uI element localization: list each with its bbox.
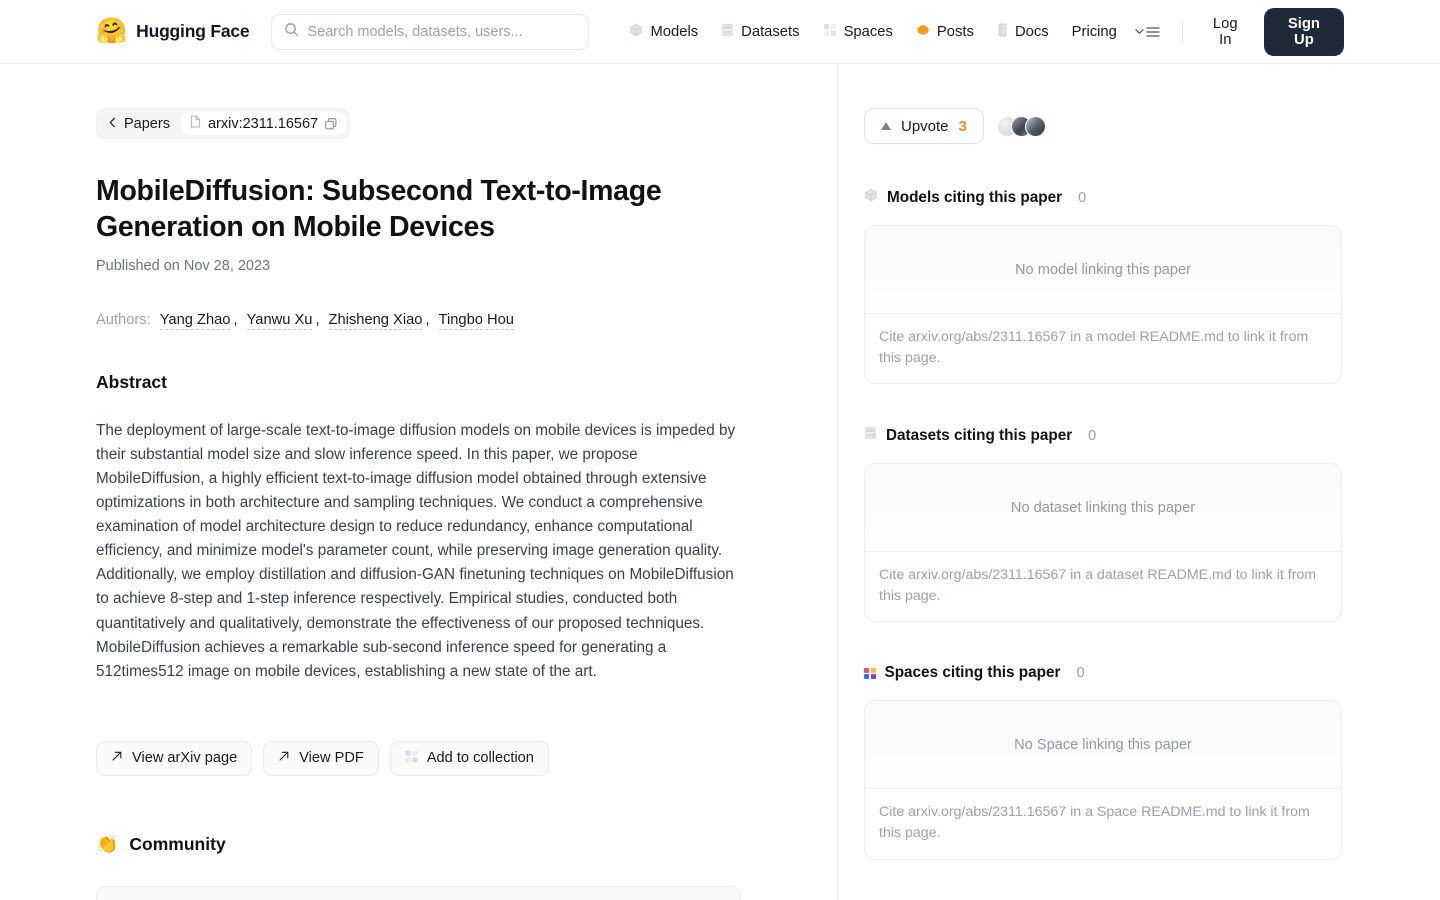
spaces-grid-icon (864, 667, 876, 680)
models-citing-card: No model linking this paper Cite arxiv.o… (864, 225, 1342, 385)
breadcrumb-arxiv-id: arxiv:2311.16567 (207, 115, 319, 132)
abstract-text: The deployment of large-scale text-to-im… (96, 422, 736, 680)
main-nav: Models Datasets Spaces Posts Docs Pricin… (619, 17, 1126, 47)
spaces-citing-section: Spaces citing this paper 0 No Space link… (864, 664, 1342, 860)
section-count: 0 (1088, 427, 1097, 444)
nav-item-spaces[interactable]: Spaces (813, 17, 903, 47)
nav-item-models[interactable]: Models (619, 17, 708, 47)
breadcrumb-arxiv-pill[interactable]: arxiv:2311.16567 (180, 112, 347, 135)
paper-main-column: Papers arxiv:2311.16567 MobileDiffusion:… (0, 64, 838, 900)
models-citing-heading: Models citing this paper 0 (864, 188, 1342, 207)
document-icon (190, 115, 201, 132)
empty-state-text: No Space linking this paper (865, 701, 1341, 790)
upvote-button[interactable]: Upvote 3 (864, 108, 984, 144)
external-link-icon (111, 750, 123, 766)
empty-state-text: No model linking this paper (865, 226, 1341, 314)
empty-state-text: No dataset linking this paper (865, 464, 1341, 553)
published-date: Published on Nov 28, 2023 (96, 258, 271, 275)
nav-label: Datasets (741, 23, 800, 40)
collection-grid-icon (405, 750, 418, 767)
datasets-citing-heading: Datasets citing this paper 0 (864, 426, 1342, 445)
chevron-left-icon (108, 116, 117, 132)
copy-icon[interactable] (325, 117, 337, 130)
nav-item-pricing[interactable]: Pricing (1062, 18, 1127, 46)
paper-sidebar: Upvote 3 Models citing this paper 0 No m… (838, 64, 1440, 900)
nav-label: Pricing (1071, 23, 1117, 40)
breadcrumb-papers-label: Papers (124, 115, 170, 132)
page-body: Papers arxiv:2311.16567 MobileDiffusion:… (0, 64, 1440, 900)
action-label: View PDF (299, 750, 364, 767)
view-arxiv-page-button[interactable]: View arXiv page (96, 740, 253, 776)
book-icon (997, 23, 1008, 41)
avatar[interactable] (1024, 115, 1046, 137)
clapping-hands-icon: 👏 (96, 833, 119, 854)
blob-icon (916, 23, 930, 41)
author-link[interactable]: Yanwu Xu (246, 312, 313, 331)
search-box[interactable] (271, 13, 590, 50)
nav-label: Models (650, 23, 699, 40)
authors-row: Authors: Yang Zhao, Yanwu Xu, Zhisheng X… (96, 312, 741, 331)
site-header: 🤗 Hugging Face Models (0, 0, 1440, 64)
view-pdf-button[interactable]: View PDF (263, 740, 379, 776)
nav-item-posts[interactable]: Posts (906, 17, 984, 47)
cite-note: Cite arxiv.org/abs/2311.16567 in a model… (879, 329, 1309, 366)
models-citing-section: Models citing this paper 0 No model link… (864, 188, 1342, 385)
authors-label: Authors: (96, 312, 151, 329)
brand-logo-link[interactable]: 🤗 Hugging Face (96, 17, 250, 45)
header-divider (1181, 20, 1183, 43)
nav-item-docs[interactable]: Docs (987, 17, 1059, 47)
action-label: Add to collection (426, 750, 534, 767)
upvote-count: 3 (958, 117, 967, 135)
search-input[interactable] (307, 23, 577, 40)
login-button[interactable]: Log In (1197, 10, 1254, 54)
spaces-citing-card: No Space linking this paper Cite arxiv.o… (864, 700, 1342, 860)
database-icon (864, 426, 877, 445)
cite-note: Cite arxiv.org/abs/2311.16567 in a Space… (879, 804, 1310, 841)
nav-label: Posts (936, 23, 974, 40)
upvote-row: Upvote 3 (864, 108, 1342, 144)
upvote-triangle-icon (881, 122, 891, 130)
cube-icon (629, 23, 643, 41)
external-link-icon (278, 750, 290, 766)
signup-button[interactable]: Sign Up (1263, 7, 1344, 56)
author-separator: , (315, 312, 320, 329)
datasets-citing-section: Datasets citing this paper 0 No dataset … (864, 426, 1342, 623)
section-count: 0 (1076, 665, 1085, 682)
database-icon (721, 23, 734, 41)
page-title: MobileDiffusion: Subsecond Text-to-Image… (96, 175, 662, 244)
section-title: Models citing this paper (887, 188, 1063, 206)
breadcrumb-papers-link[interactable]: Papers (100, 112, 181, 135)
grid-icon (823, 23, 837, 41)
hugging-face-emoji-icon: 🤗 (96, 17, 128, 45)
breadcrumb: Papers arxiv:2311.16567 (96, 108, 351, 139)
section-count: 0 (1078, 189, 1087, 206)
nav-item-datasets[interactable]: Datasets (711, 17, 809, 47)
author-link[interactable]: Yang Zhao (159, 312, 231, 331)
chevron-down-menu-icon[interactable] (1127, 20, 1168, 44)
community-label: Community (129, 833, 226, 854)
cite-note: Cite arxiv.org/abs/2311.16567 in a datas… (879, 567, 1317, 604)
header-right-actions: Log In Sign Up (1127, 7, 1344, 56)
nav-label: Spaces (843, 23, 893, 40)
author-link[interactable]: Zhisheng Xiao (328, 312, 423, 331)
paper-actions: View arXiv page View PDF Add to collecti… (96, 740, 741, 776)
brand-name: Hugging Face (136, 21, 250, 41)
abstract-heading: Abstract (96, 372, 167, 393)
nav-label: Docs (1014, 23, 1049, 40)
author-separator: , (425, 312, 430, 329)
add-to-collection-button[interactable]: Add to collection (389, 740, 549, 776)
spaces-citing-heading: Spaces citing this paper 0 (864, 664, 1342, 682)
search-icon (284, 22, 299, 42)
action-label: View arXiv page (132, 750, 238, 767)
upvote-label: Upvote (901, 117, 949, 135)
datasets-citing-card: No dataset linking this paper Cite arxiv… (864, 463, 1342, 623)
upvoter-avatars (996, 115, 1046, 137)
section-title: Datasets citing this paper (886, 426, 1073, 444)
cube-icon (864, 188, 878, 207)
comment-editor: Edit Preview (96, 885, 741, 900)
author-separator: , (233, 312, 238, 329)
author-link[interactable]: Tingbo Hou (438, 312, 514, 331)
section-title: Spaces citing this paper (884, 664, 1061, 682)
community-heading: 👏 Community (96, 834, 741, 855)
